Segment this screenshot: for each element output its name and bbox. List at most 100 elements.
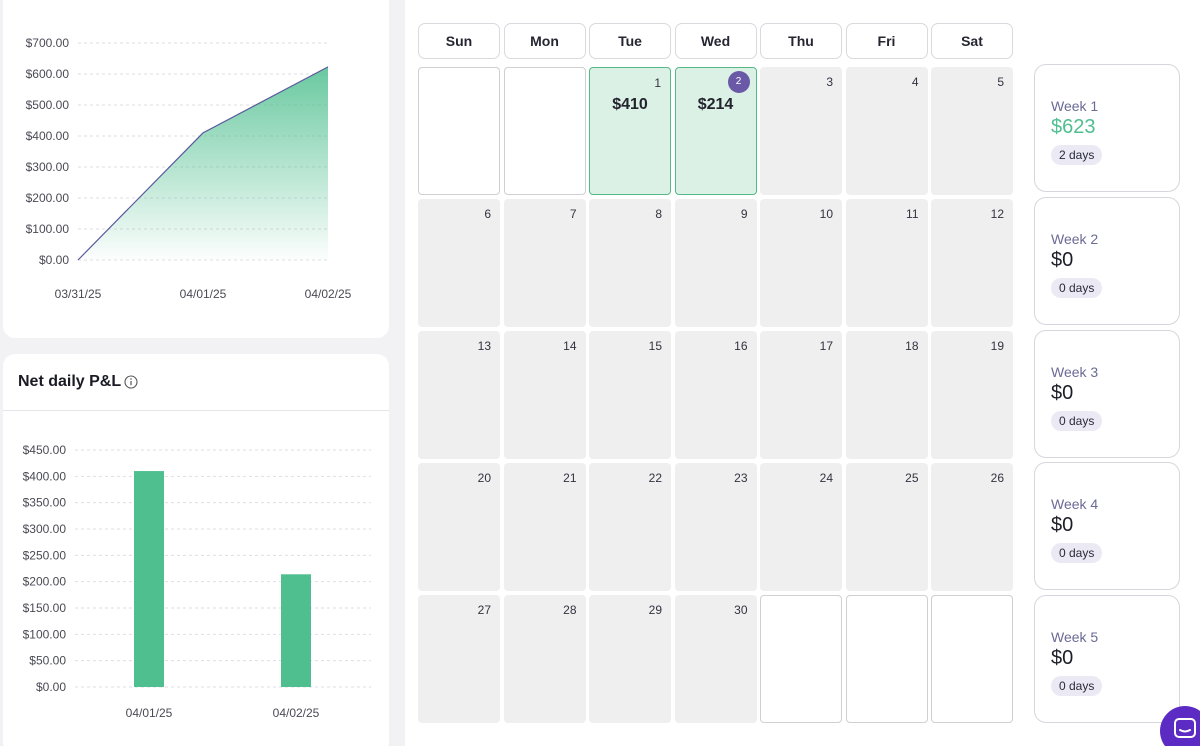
x-tick-label: 04/02/25 (305, 287, 352, 301)
y-tick-label: $0.00 (39, 253, 69, 267)
week-summary-5[interactable]: Week 5 $0 0 days (1034, 595, 1180, 723)
y-tick-label: $700.00 (26, 36, 70, 50)
day-number: 20 (477, 471, 491, 485)
y-tick-label: $250.00 (23, 548, 67, 562)
day-number: 18 (905, 339, 919, 353)
x-tick-label: 03/31/25 (55, 287, 102, 301)
week-label: Week 4 (1051, 496, 1099, 512)
y-tick-label: $500.00 (26, 98, 70, 112)
daily-pnl-bar[interactable] (281, 574, 311, 687)
day-number: 15 (648, 339, 662, 353)
calendar-day-4[interactable]: 4 (845, 67, 928, 195)
calendar-day-8[interactable]: 8 (589, 199, 671, 327)
y-tick-label: $150.00 (23, 601, 67, 615)
calendar-day-12[interactable]: 12 (931, 199, 1013, 327)
cumulative-pnl-chart: $700.00 $600.00 $500.00 $400.00 $300.00 $200.… (26, 36, 352, 301)
weekday-header-sun: Sun (418, 23, 500, 59)
calendar-day-13[interactable]: 13 (418, 331, 500, 459)
calendar-day-23[interactable]: 23 (674, 463, 757, 591)
week-pnl-amount: $623 (1051, 116, 1096, 138)
day-number: 28 (563, 603, 577, 617)
day-number: 24 (819, 471, 833, 485)
y-tick-label: $450.00 (23, 443, 67, 457)
calendar-day-30[interactable]: 30 (674, 595, 757, 723)
y-tick-label: $200.00 (23, 575, 67, 589)
day-number: 1 (654, 76, 661, 90)
calendar-day-3[interactable]: 3 (760, 67, 842, 195)
calendar-day-2[interactable]: 2 $214 (674, 67, 757, 195)
weekday-header-fri: Fri (845, 23, 928, 59)
calendar-day-27[interactable]: 27 (418, 595, 500, 723)
calendar-day-24[interactable]: 24 (760, 463, 842, 591)
calendar-day-17[interactable]: 17 (760, 331, 842, 459)
x-tick-label: 04/01/25 (180, 287, 227, 301)
weekday-header-thu: Thu (760, 23, 842, 59)
calendar-day-29[interactable]: 29 (589, 595, 671, 723)
y-tick-label: $50.00 (29, 654, 66, 668)
week-summary-4[interactable]: Week 4 $0 0 days (1034, 462, 1180, 590)
net-daily-pnl-chart: $450.00 $400.00 $350.00 $300.00 $250.00 $200.… (23, 443, 371, 720)
daily-pnl-bar[interactable] (134, 471, 164, 687)
cumulative-area-fill (78, 66, 328, 261)
day-number: 17 (819, 339, 833, 353)
calendar-day-6[interactable]: 6 (418, 199, 500, 327)
calendar-day-1[interactable]: 1 $410 (589, 67, 671, 195)
day-number: 9 (740, 207, 748, 221)
day-number: 29 (648, 603, 662, 617)
week-days-badge: 0 days (1051, 676, 1103, 696)
week-summary-3[interactable]: Week 3 $0 0 days (1034, 330, 1180, 458)
week-pnl-amount: $0 (1051, 382, 1074, 404)
day-number: 13 (477, 339, 491, 353)
day-number: 14 (563, 339, 577, 353)
weekday-header-sat: Sat (931, 23, 1013, 59)
calendar-day-21[interactable]: 21 (503, 463, 586, 591)
calendar-day-20[interactable]: 20 (418, 463, 500, 591)
day-number: 26 (990, 471, 1004, 485)
week-label: Week 2 (1051, 231, 1099, 247)
week-summary-2[interactable]: Week 2 $0 0 days (1034, 197, 1180, 325)
day-pnl-value: $214 (697, 96, 734, 113)
y-tick-label: $400.00 (23, 469, 67, 483)
calendar-day-empty (418, 67, 500, 195)
calendar-day-empty (760, 595, 842, 723)
week-summary-1[interactable]: Week 1 $623 2 days (1034, 64, 1180, 192)
calendar-day-5[interactable]: 5 (931, 67, 1013, 195)
calendar-day-9[interactable]: 9 (674, 199, 757, 327)
week-pnl-amount: $0 (1051, 514, 1074, 536)
calendar-day-11[interactable]: 11 (845, 199, 928, 327)
weekday-header-wed: Wed (674, 23, 757, 59)
calendar-day-28[interactable]: 28 (503, 595, 586, 723)
day-number: 3 (826, 75, 833, 89)
day-number: 16 (734, 339, 748, 353)
calendar-day-19[interactable]: 19 (931, 331, 1013, 459)
calendar-day-10[interactable]: 10 (760, 199, 842, 327)
day-number: 10 (819, 207, 833, 221)
calendar-day-15[interactable]: 15 (589, 331, 671, 459)
day-number: 6 (484, 207, 491, 221)
calendar-day-22[interactable]: 22 (589, 463, 671, 591)
day-pnl-value: $410 (612, 96, 648, 113)
day-number: 5 (997, 75, 1004, 89)
calendar-day-7[interactable]: 7 (503, 199, 586, 327)
calendar-day-18[interactable]: 18 (845, 331, 928, 459)
weekday-header-mon: Mon (503, 23, 586, 59)
week-pnl-amount: $0 (1051, 249, 1074, 271)
x-tick-label: 04/01/25 (126, 706, 173, 720)
day-number: 30 (734, 603, 748, 617)
week-pnl-amount: $0 (1051, 647, 1074, 669)
calendar-day-16[interactable]: 16 (674, 331, 757, 459)
y-tick-label: $100.00 (26, 222, 70, 236)
calendar-day-25[interactable]: 25 (845, 463, 928, 591)
day-number: 23 (734, 471, 748, 485)
calendar-day-26[interactable]: 26 (931, 463, 1013, 591)
week-label: Week 5 (1051, 629, 1099, 645)
week-label: Week 1 (1051, 98, 1099, 114)
calendar-day-14[interactable]: 14 (503, 331, 586, 459)
cumulative-pnl-card: $700.00 $600.00 $500.00 $400.00 $300.00 $200.… (3, 0, 389, 338)
week-label: Week 3 (1051, 364, 1099, 380)
x-tick-label: 04/02/25 (273, 706, 320, 720)
chat-bubble-icon (1174, 718, 1196, 738)
week-days-badge: 0 days (1051, 543, 1103, 563)
day-number: 22 (648, 471, 662, 485)
y-tick-label: $0.00 (36, 680, 66, 694)
